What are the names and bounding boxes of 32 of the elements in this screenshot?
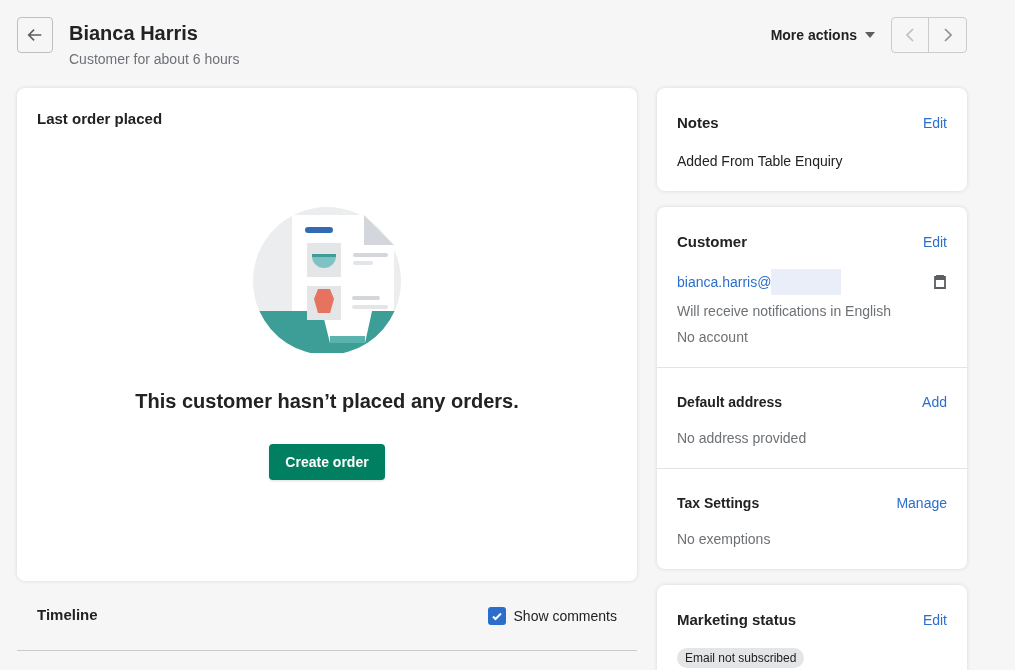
show-comments-label: Show comments (513, 606, 617, 626)
card-title: Last order placed (37, 109, 164, 129)
checkbox[interactable] (487, 606, 506, 625)
card-title: Default address (677, 393, 783, 412)
notes-text: Added From Table Enquiry (677, 151, 844, 171)
timeline-title: Timeline (37, 605, 98, 626)
card-title: Tax Settings (677, 494, 760, 513)
section-text: No address provided (677, 429, 808, 448)
chevron-right-icon (943, 28, 952, 42)
back-button[interactable] (17, 17, 53, 53)
back-arrow-icon (26, 26, 44, 44)
status-badge: Email not subscribed (677, 647, 805, 668)
email-link[interactable]: bianca.harris@ (677, 272, 772, 292)
card-title: Notes (677, 113, 719, 133)
customer-info-text: No account (677, 328, 749, 347)
section-text: No exemptions (677, 530, 772, 549)
page-title: Bianca Harris (69, 21, 199, 46)
card-action-link[interactable]: Manage (896, 493, 947, 513)
customer-info-text: Will receive notifications in English (677, 302, 892, 321)
chevron-left-icon (906, 28, 914, 42)
card-action-link[interactable]: Edit (922, 610, 947, 631)
create-order-button[interactable]: Create order (269, 443, 385, 480)
more-actions-button[interactable]: More actions (770, 25, 875, 45)
empty-state-message: This customer hasn’t placed any orders. (134, 388, 520, 414)
caret-down-icon (865, 32, 875, 38)
page-subtitle: Customer for about 6 hours (69, 50, 240, 69)
card-title: Marketing status (677, 610, 797, 630)
card-title: Customer (677, 231, 747, 252)
card-action-link[interactable]: Edit (922, 231, 947, 252)
card-action-link[interactable]: Edit (922, 113, 947, 134)
card-action-link[interactable]: Add (922, 392, 947, 412)
clipboard-icon[interactable] (933, 274, 947, 290)
